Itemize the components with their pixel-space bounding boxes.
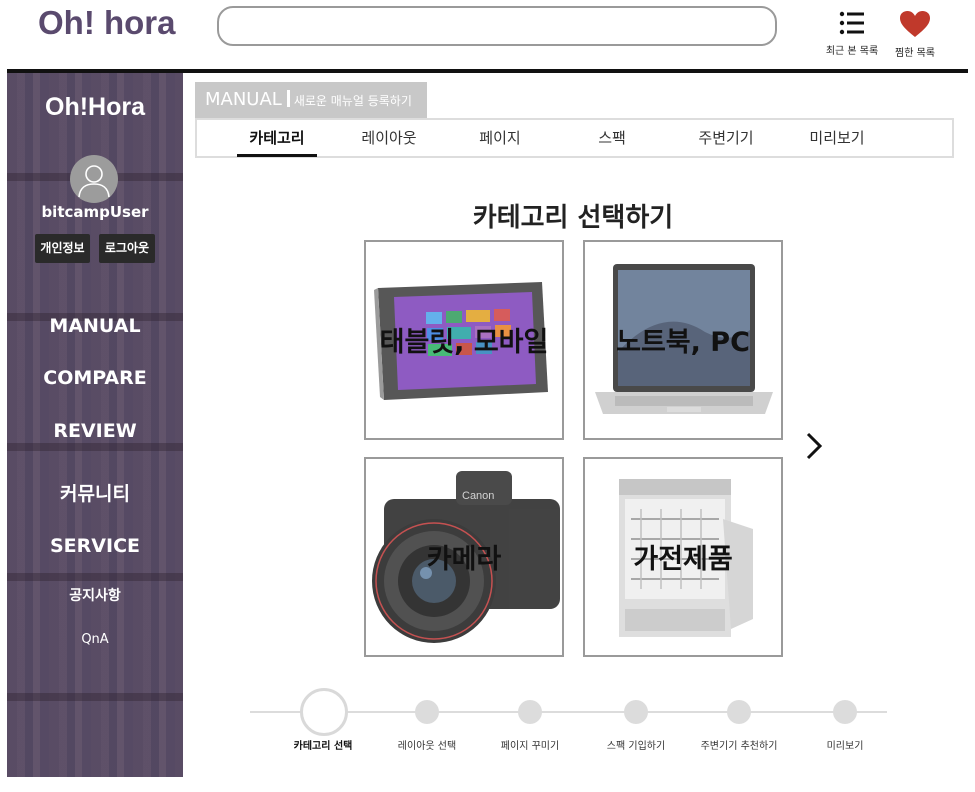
sidebar-item-compare[interactable]: COMPARE bbox=[7, 367, 183, 389]
sidebar-item-qna[interactable]: QnA bbox=[7, 632, 183, 647]
wishlist-label: 찜한 목록 bbox=[895, 48, 935, 59]
separator bbox=[286, 90, 290, 107]
tab-category[interactable]: 카테고리 bbox=[237, 120, 317, 156]
chevron-right-icon[interactable] bbox=[802, 430, 826, 462]
avatar bbox=[70, 155, 118, 203]
tab-page[interactable]: 페이지 bbox=[460, 120, 540, 156]
category-card-tablet[interactable]: 태블릿, 모바일 bbox=[364, 240, 564, 440]
category-label-laptop: 노트북, PC bbox=[616, 327, 750, 358]
step-dot-peripherals bbox=[727, 700, 751, 724]
sidebar-title[interactable]: Oh!Hora bbox=[7, 93, 183, 122]
step-label-spec: 스팩 기입하기 bbox=[606, 741, 666, 752]
sidebar-item-service[interactable]: SERVICE bbox=[7, 535, 183, 557]
step-dot-layout bbox=[415, 700, 439, 724]
wishlist-button[interactable]: 찜한 목록 bbox=[884, 10, 946, 59]
sidebar-item-notice[interactable]: 공지사항 bbox=[7, 585, 183, 605]
svg-text:Canon: Canon bbox=[462, 490, 494, 502]
profile-button[interactable]: 개인정보 bbox=[35, 234, 90, 263]
logout-button[interactable]: 로그아웃 bbox=[99, 234, 155, 263]
step-label-category: 카테고리 선택 bbox=[293, 741, 353, 752]
step-dot-preview bbox=[833, 700, 857, 724]
manual-header: MANUAL 새로운 매뉴얼 등록하기 bbox=[195, 82, 427, 118]
tab-spec[interactable]: 스팩 bbox=[572, 120, 652, 156]
search-input[interactable] bbox=[217, 6, 777, 46]
step-label-preview: 미리보기 bbox=[826, 741, 864, 752]
step-dot-category bbox=[300, 688, 348, 736]
category-label-camera: 카메라 bbox=[426, 544, 502, 575]
tab-bar: 카테고리 레이아웃 페이지 스팩 주변기기 미리보기 bbox=[195, 118, 954, 158]
user-icon bbox=[78, 165, 110, 198]
sidebar: Oh!Hora bitcampUser 개인정보 로그아웃 MANUAL COM… bbox=[7, 73, 183, 777]
category-title: 카테고리 선택하기 bbox=[472, 203, 674, 233]
site-logo[interactable]: Oh! hora bbox=[38, 4, 176, 42]
category-card-laptop[interactable]: 노트북, PC bbox=[583, 240, 783, 440]
category-label-tablet: 태블릿, 모바일 bbox=[379, 327, 549, 358]
sidebar-item-manual[interactable]: MANUAL bbox=[7, 315, 183, 337]
tab-peripherals[interactable]: 주변기기 bbox=[686, 120, 766, 156]
step-label-page: 페이지 꾸미기 bbox=[500, 741, 560, 752]
category-card-camera[interactable]: Canon 카메라 bbox=[364, 457, 564, 657]
sidebar-item-community[interactable]: 커뮤니티 bbox=[7, 479, 183, 506]
step-dot-spec bbox=[624, 700, 648, 724]
active-tab-indicator bbox=[237, 154, 317, 157]
category-card-appliance[interactable]: 가전제품 bbox=[583, 457, 783, 657]
recent-list-button[interactable]: 최근 본 목록 bbox=[821, 10, 883, 57]
username: bitcampUser bbox=[41, 203, 149, 221]
tab-preview[interactable]: 미리보기 bbox=[797, 120, 877, 156]
list-icon bbox=[839, 11, 864, 35]
tab-layout[interactable]: 레이아웃 bbox=[349, 120, 429, 156]
manual-tag-label: MANUAL bbox=[205, 89, 282, 110]
sidebar-item-review[interactable]: REVIEW bbox=[7, 420, 183, 442]
step-dot-page bbox=[518, 700, 542, 724]
recent-list-label: 최근 본 목록 bbox=[825, 46, 879, 57]
category-label-appliance: 가전제품 bbox=[633, 544, 733, 575]
step-label-peripherals: 주변기기 추천하기 bbox=[700, 741, 778, 752]
step-label-layout: 레이아웃 선택 bbox=[397, 741, 457, 752]
heart-icon bbox=[900, 11, 930, 37]
manual-subtitle: 새로운 매뉴얼 등록하기 bbox=[293, 94, 412, 108]
